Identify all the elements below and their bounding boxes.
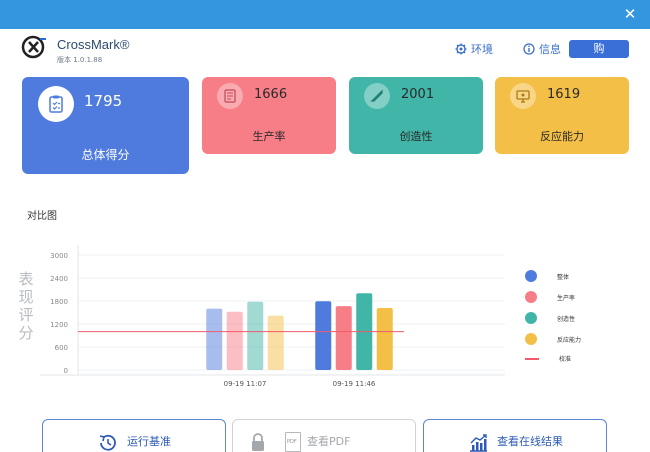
chart-up-icon bbox=[470, 434, 487, 452]
legend-swatch bbox=[525, 333, 537, 345]
legend-item: 创造性 bbox=[525, 312, 575, 324]
y-tick-label: 1200 bbox=[50, 321, 68, 329]
x-tick-label: 09-19 11:46 bbox=[333, 380, 376, 388]
y-tick-label: 1800 bbox=[50, 298, 68, 306]
bar-反应能力-0 bbox=[267, 315, 284, 370]
legend-label: 反应能力 bbox=[557, 336, 582, 344]
pdf-file-icon: PDF bbox=[285, 432, 301, 452]
legend-label: 整体 bbox=[557, 273, 570, 281]
bar-整体-1 bbox=[315, 301, 332, 370]
legend-swatch bbox=[525, 291, 537, 303]
run-benchmark-label: 运行基准 bbox=[127, 435, 171, 448]
legend-swatch bbox=[525, 270, 537, 282]
view-online-results-label: 查看在线结果 bbox=[497, 435, 563, 448]
bar-创造性-0 bbox=[247, 301, 264, 370]
clock-icon bbox=[99, 434, 116, 451]
run-benchmark-button[interactable]: 运行基准 bbox=[42, 419, 226, 452]
legend-label: 生产率 bbox=[557, 294, 576, 302]
y-tick-label: 3000 bbox=[50, 252, 68, 260]
bar-生产率-1 bbox=[335, 306, 352, 370]
legend-item: 校准 bbox=[525, 354, 571, 363]
pdf-badge: PDF bbox=[287, 439, 297, 445]
legend-item: 生产率 bbox=[525, 291, 575, 303]
y-tick-label: 0 bbox=[64, 367, 68, 375]
legend-swatch bbox=[525, 312, 537, 324]
bar-反应能力-1 bbox=[376, 307, 393, 370]
view-pdf-label: 查看PDF bbox=[307, 435, 351, 448]
y-tick-label: 2400 bbox=[50, 275, 68, 283]
legend-item: 整体 bbox=[525, 270, 569, 282]
comparison-chart: 0 600 1200 1800 2400 3000 09-19 11:07 09-19 11:… bbox=[40, 245, 505, 388]
x-tick-label: 09-19 11:07 bbox=[224, 380, 267, 388]
y-tick-label: 600 bbox=[55, 344, 68, 352]
bar-整体-0 bbox=[206, 308, 223, 370]
legend-label: 校准 bbox=[559, 356, 572, 363]
legend-swatch bbox=[525, 357, 539, 360]
bar-生产率-0 bbox=[226, 311, 243, 370]
view-pdf-button: PDF 查看PDF bbox=[232, 419, 416, 452]
legend-item: 反应能力 bbox=[525, 333, 581, 345]
legend-label: 创造性 bbox=[557, 315, 576, 323]
view-online-results-button[interactable]: 查看在线结果 bbox=[423, 419, 607, 452]
lock-icon bbox=[252, 433, 264, 451]
